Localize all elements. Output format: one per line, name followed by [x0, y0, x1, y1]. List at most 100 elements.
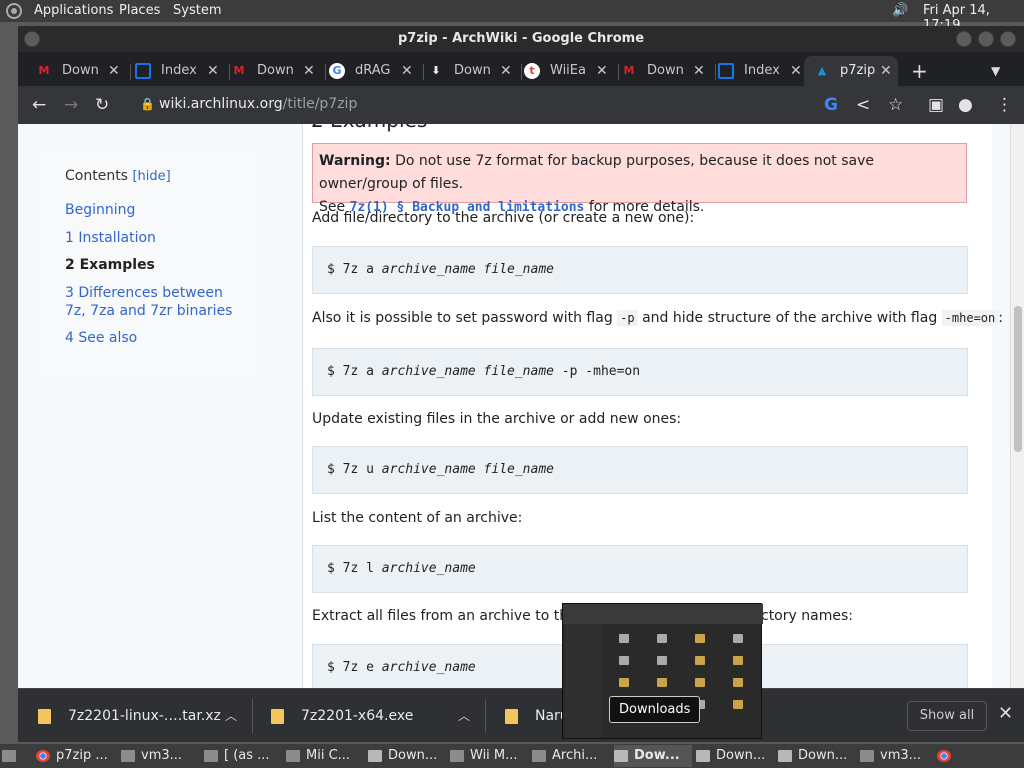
- close-tab-icon[interactable]: ✕: [303, 56, 315, 86]
- mega-icon: M: [38, 64, 50, 77]
- tab-4[interactable]: G dRAG ✕: [329, 56, 419, 86]
- close-tab-icon[interactable]: ✕: [596, 56, 608, 86]
- para-text: and hide structure of the archive with f…: [642, 310, 938, 326]
- download-item-3[interactable]: Naru: [505, 689, 569, 743]
- toc-item-beginning[interactable]: Beginning: [65, 201, 245, 219]
- close-tab-icon[interactable]: ✕: [108, 56, 120, 86]
- task-label: Wii M...: [470, 748, 518, 763]
- browser-toolbar: ← → ↻ 🔒 wiki.archlinux.org/title/p7zip G…: [18, 86, 1024, 124]
- download-item-2[interactable]: 7z2201-x64.exe ︿: [271, 689, 481, 743]
- address-bar[interactable]: wiki.archlinux.org/title/p7zip: [159, 96, 357, 112]
- taskbar-item-terminal[interactable]: vm3...: [121, 745, 201, 767]
- close-tab-icon[interactable]: ✕: [500, 56, 512, 86]
- folder-icon: [614, 749, 628, 762]
- show-all-button[interactable]: Show all: [907, 701, 987, 731]
- browser-window: p7zip - ArchWiki - Google Chrome M Down …: [18, 26, 1024, 742]
- forward-icon[interactable]: →: [64, 94, 78, 116]
- back-icon[interactable]: ←: [32, 94, 46, 116]
- close-tab-icon[interactable]: ✕: [207, 56, 219, 86]
- bookmark-star-icon[interactable]: ☆: [888, 94, 903, 116]
- window-menu-icon[interactable]: [24, 31, 40, 47]
- side-panel-icon[interactable]: ▣: [928, 94, 944, 116]
- close-window-icon[interactable]: [1000, 31, 1016, 47]
- tab-7[interactable]: M Down ✕: [621, 56, 711, 86]
- task-label: Down...: [388, 748, 438, 763]
- file-icon: [38, 709, 51, 724]
- tab-label: Down: [62, 63, 98, 78]
- index-icon: [135, 63, 151, 79]
- profile-avatar-icon[interactable]: ●: [958, 94, 973, 116]
- task-label: p7zip ...: [56, 748, 108, 763]
- toc-item-see-also[interactable]: 4 See also: [65, 329, 245, 347]
- chevron-up-icon[interactable]: ︿: [458, 689, 470, 743]
- tab-6[interactable]: t WiiEa ✕: [524, 56, 614, 86]
- taskbar-item-folder[interactable]: Down...: [778, 745, 856, 767]
- close-tab-icon[interactable]: ✕: [693, 56, 705, 86]
- paragraph: Extract all files from an archive to the…: [312, 608, 598, 624]
- toc-item-installation[interactable]: 1 Installation: [65, 229, 245, 247]
- minimize-icon[interactable]: [956, 31, 972, 47]
- page-scrollbar[interactable]: [1010, 124, 1024, 688]
- applications-menu[interactable]: Applications: [34, 3, 113, 18]
- thumbnail-toolbar: [563, 604, 763, 624]
- share-icon[interactable]: <: [856, 94, 870, 116]
- code-block: $ 7z a archive_name file_name: [312, 246, 968, 294]
- close-tab-icon[interactable]: ✕: [401, 56, 413, 86]
- maximize-icon[interactable]: [978, 31, 994, 47]
- file-icon: [695, 656, 705, 665]
- taskbar-item-chrome[interactable]: [937, 745, 959, 767]
- taskbar-item-terminal[interactable]: vm3...: [860, 745, 934, 767]
- close-shelf-icon[interactable]: ✕: [998, 703, 1013, 724]
- taskbar-item-app[interactable]: Mii C...: [286, 745, 364, 767]
- toc-item-differences[interactable]: 3 Differences between 7z, 7za and 7zr bi…: [65, 284, 245, 320]
- taskbar-item-folder[interactable]: Down...: [696, 745, 774, 767]
- tab-9-active[interactable]: ▲ p7zip ✕: [804, 56, 898, 86]
- toc-title-text: Contents: [65, 168, 128, 184]
- new-tab-icon[interactable]: +: [911, 56, 928, 86]
- file-icon: [657, 656, 667, 665]
- system-menu[interactable]: System: [173, 3, 221, 18]
- window-titlebar[interactable]: p7zip - ArchWiki - Google Chrome: [18, 26, 1024, 52]
- code-cmd: $ 7z l: [327, 561, 382, 576]
- code-args: archive_name: [381, 660, 476, 675]
- places-menu[interactable]: Places: [119, 3, 160, 18]
- taskbar-item-folder-active[interactable]: Dow...: [614, 745, 692, 767]
- code-args: archive_name: [381, 561, 476, 576]
- close-tab-icon[interactable]: ✕: [880, 56, 892, 86]
- more-menu-icon[interactable]: ⋮: [996, 94, 1013, 116]
- tab-3[interactable]: M Down ✕: [231, 56, 321, 86]
- code-cmd: $ 7z u: [327, 462, 382, 477]
- taskbar-item-app[interactable]: [ (as ...: [204, 745, 282, 767]
- toc-title: Contents [hide]: [65, 168, 171, 184]
- paragraph: Add file/directory to the archive (or cr…: [312, 210, 695, 226]
- reload-icon[interactable]: ↻: [95, 94, 109, 116]
- volume-icon[interactable]: 🔊: [892, 3, 912, 19]
- download-item-1[interactable]: 7z2201-linux-….tar.xz ︿: [38, 689, 248, 743]
- code-block: $ 7z l archive_name: [312, 545, 968, 593]
- taskbar-item-folder[interactable]: Down...: [368, 745, 446, 767]
- mega-icon: M: [233, 64, 245, 77]
- file-icon: [695, 678, 705, 687]
- show-desktop-icon[interactable]: [2, 745, 24, 767]
- tab-5[interactable]: ⬇ Down ✕: [428, 56, 518, 86]
- taskbar-item-app[interactable]: Wii M...: [450, 745, 528, 767]
- file-icon: [505, 709, 518, 724]
- app-icon: [286, 749, 300, 762]
- tab-8[interactable]: Index ✕: [718, 56, 808, 86]
- close-tab-icon[interactable]: ✕: [790, 56, 802, 86]
- taskbar-item-chrome[interactable]: p7zip ...: [36, 745, 116, 767]
- scrollbar-thumb[interactable]: [1014, 306, 1022, 452]
- google-lens-icon[interactable]: G: [824, 94, 838, 116]
- toc-item-examples[interactable]: 2 Examples: [65, 256, 245, 274]
- window-preview-thumbnail[interactable]: Downloads: [562, 603, 763, 739]
- tab-2[interactable]: Index ✕: [135, 56, 225, 86]
- chevron-up-icon[interactable]: ︿: [225, 689, 237, 743]
- tab-search-icon[interactable]: ▼: [991, 56, 1000, 86]
- tab-strip: M Down ✕ Index ✕ M Down ✕ G dRAG ✕ ⬇ Dow…: [18, 52, 1024, 86]
- gnome-menu-icon[interactable]: [6, 3, 22, 19]
- tab-1[interactable]: M Down ✕: [36, 56, 126, 86]
- taskbar-item-app[interactable]: Archi...: [532, 745, 610, 767]
- lock-icon[interactable]: 🔒: [140, 97, 155, 111]
- toc-hide-link[interactable]: [hide]: [132, 169, 170, 184]
- folder-icon: [657, 634, 667, 643]
